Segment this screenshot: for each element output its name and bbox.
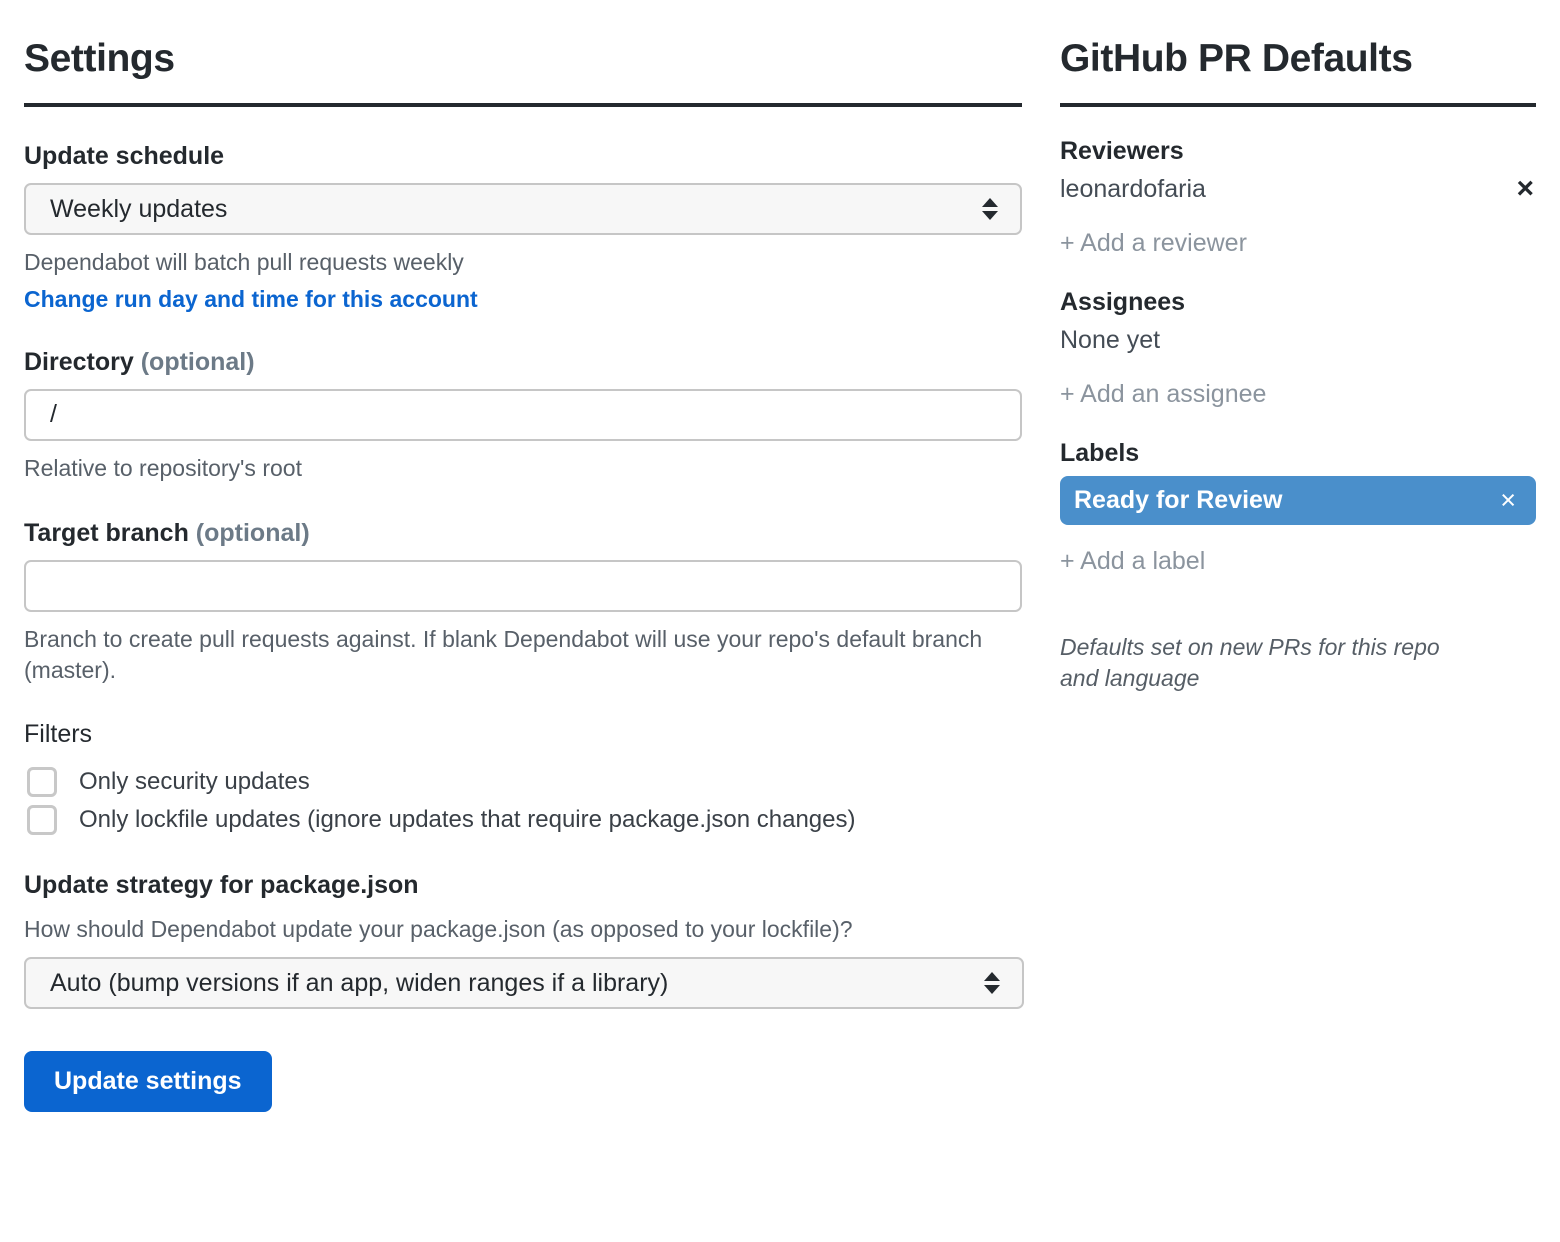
filter-row-lockfile[interactable]: Only lockfile updates (ignore updates th… — [24, 805, 1022, 836]
chevron-updown-icon — [984, 968, 1000, 998]
update-schedule-field: Update schedule Weekly updates Dependabo… — [24, 141, 1022, 313]
update-schedule-selected-value: Weekly updates — [50, 194, 228, 223]
checkbox-only-security-updates[interactable] — [27, 767, 57, 798]
update-strategy-selected-value: Auto (bump versions if an app, widen ran… — [50, 969, 669, 998]
filter-label-security: Only security updates — [79, 767, 310, 795]
pr-defaults-title: GitHub PR Defaults — [1060, 37, 1413, 80]
update-strategy-title: Update strategy for package.json — [24, 871, 419, 900]
directory-label-text: Directory — [24, 347, 134, 376]
update-strategy-section: Update strategy for package.json How sho… — [24, 871, 1024, 1010]
target-branch-field: Target branch (optional) Branch to creat… — [24, 518, 1022, 686]
update-schedule-hint: Dependabot will batch pull requests week… — [24, 248, 464, 275]
pr-defaults-divider — [1060, 102, 1536, 107]
target-branch-optional-tag: (optional) — [195, 518, 310, 547]
page-title: Settings — [24, 37, 175, 80]
directory-field: Directory (optional) Relative to reposit… — [24, 347, 1022, 484]
reviewer-name: leonardofaria — [1060, 174, 1206, 203]
directory-hint: Relative to repository's root — [24, 454, 302, 481]
filter-label-lockfile: Only lockfile updates (ignore updates th… — [79, 805, 856, 833]
checkbox-only-lockfile-updates[interactable] — [27, 805, 57, 836]
update-strategy-select[interactable]: Auto (bump versions if an app, widen ran… — [24, 957, 1024, 1010]
filters-title: Filters — [24, 720, 93, 749]
remove-label-icon[interactable]: × — [1500, 486, 1516, 514]
settings-page: Settings Update schedule Weekly updates … — [0, 0, 1560, 1242]
target-branch-label-text: Target branch — [24, 518, 189, 547]
reviewers-heading: Reviewers — [1060, 136, 1184, 165]
update-schedule-select[interactable]: Weekly updates — [24, 182, 1022, 235]
filters-section: Filters Only security updates Only lockf… — [24, 720, 1022, 836]
label-chip-ready-for-review[interactable]: Ready for Review × — [1060, 475, 1536, 525]
update-settings-button[interactable]: Update settings — [24, 1051, 272, 1113]
filter-row-security[interactable]: Only security updates — [24, 767, 1022, 798]
pr-defaults-column: GitHub PR Defaults Reviewers leonardofar… — [1060, 0, 1560, 1242]
directory-optional-tag: (optional) — [140, 347, 255, 376]
title-divider — [24, 102, 1022, 107]
assignees-section: Assignees None yet + Add an assignee — [1060, 288, 1536, 409]
settings-column: Settings Update schedule Weekly updates … — [0, 0, 1024, 1242]
update-schedule-label: Update schedule — [24, 141, 225, 170]
reviewers-section: Reviewers leonardofaria × + Add a review… — [1060, 137, 1536, 258]
add-label-link[interactable]: + Add a label — [1060, 547, 1205, 576]
column-gutter — [1022, 0, 1060, 1242]
directory-label: Directory (optional) — [24, 347, 1022, 377]
add-reviewer-link[interactable]: + Add a reviewer — [1060, 229, 1247, 258]
labels-section: Labels Ready for Review × + Add a label — [1060, 439, 1536, 576]
directory-input[interactable] — [24, 388, 1022, 441]
reviewer-row: leonardofaria × — [1060, 172, 1536, 207]
remove-reviewer-icon[interactable]: × — [1514, 174, 1536, 204]
target-branch-hint: Branch to create pull requests against. … — [24, 625, 983, 684]
labels-heading: Labels — [1060, 438, 1140, 467]
target-branch-label: Target branch (optional) — [24, 518, 1022, 548]
assignees-heading: Assignees — [1060, 287, 1186, 316]
label-chip-text: Ready for Review — [1074, 485, 1283, 514]
target-branch-input[interactable] — [24, 559, 1022, 612]
chevron-updown-icon — [982, 194, 998, 224]
assignees-empty-text: None yet — [1060, 325, 1161, 354]
add-assignee-link[interactable]: + Add an assignee — [1060, 380, 1266, 409]
change-run-day-link[interactable]: Change run day and time for this account — [24, 286, 478, 313]
update-strategy-hint: How should Dependabot update your packag… — [24, 916, 853, 943]
pr-defaults-note: Defaults set on new PRs for this repo an… — [1060, 633, 1440, 691]
